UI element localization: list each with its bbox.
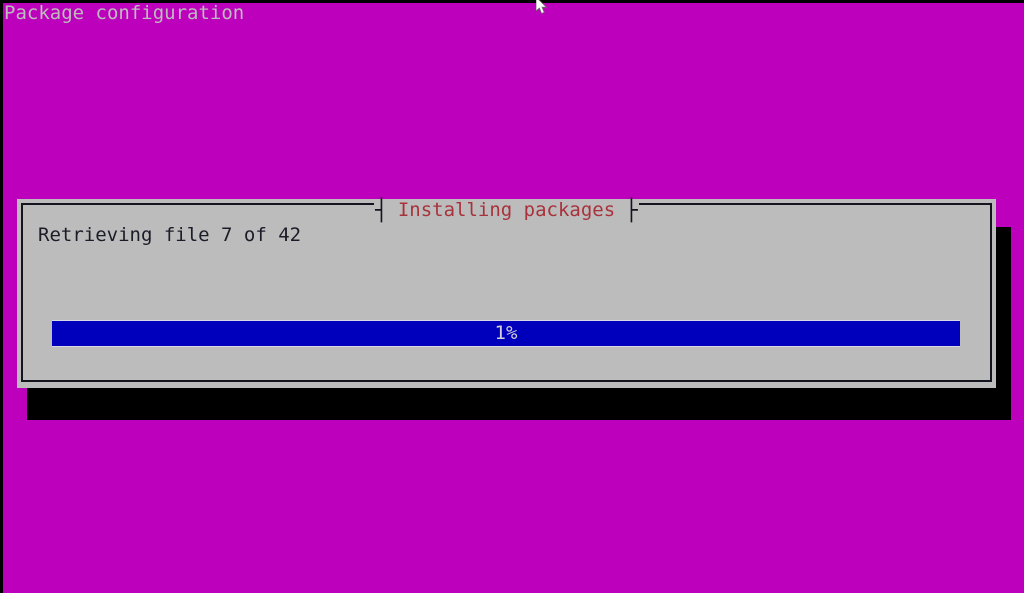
terminal-screen: Package configuration ┤ Installing packa… bbox=[0, 0, 1024, 593]
progress-percent-label: 1% bbox=[494, 322, 518, 344]
mouse-pointer-icon bbox=[535, 0, 548, 15]
page-title: Package configuration bbox=[4, 2, 245, 24]
progress-bar: 1% bbox=[52, 320, 960, 347]
status-text: Retrieving file 7 of 42 bbox=[38, 224, 302, 246]
